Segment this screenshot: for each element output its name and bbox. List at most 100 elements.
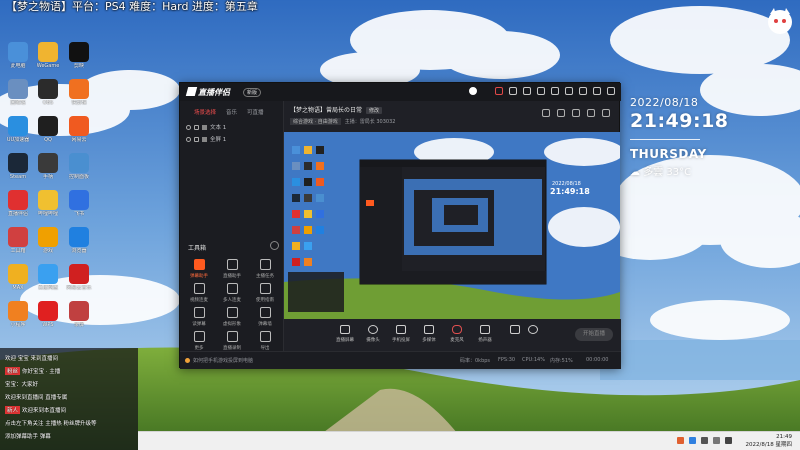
desktop-icon-label: 网易云音乐	[66, 285, 92, 291]
tool-item[interactable]: 多人连麦	[217, 283, 247, 303]
app-icon	[8, 264, 28, 284]
tool-item[interactable]: 弹幕墙	[250, 307, 280, 327]
desktop-icon[interactable]: 游戏	[33, 227, 63, 254]
settings-toggle[interactable]	[520, 325, 546, 334]
desktop-icon[interactable]: 网易云音乐	[64, 264, 94, 291]
desktop-icon[interactable]: 控制面板	[64, 153, 94, 180]
tool-item[interactable]: 主播任务	[250, 259, 280, 279]
eye-icon[interactable]	[186, 124, 191, 130]
edit-room-button[interactable]: 修改	[366, 107, 383, 114]
settings-icon[interactable]	[551, 87, 559, 95]
more-icon[interactable]	[602, 109, 610, 117]
source-item[interactable]: 文本 1	[180, 122, 283, 132]
chat-text: 点击左下角关注 主播热 粉丝牌升级等	[5, 421, 97, 427]
close-icon[interactable]	[607, 87, 615, 95]
tool-item[interactable]: 视频连麦	[184, 283, 214, 303]
share-icon[interactable]	[542, 109, 550, 117]
desktop-icon[interactable]: 录屏	[64, 301, 94, 328]
desktop-icon[interactable]: 网易云	[64, 116, 94, 143]
tool-item[interactable]: 使用指南	[250, 283, 280, 303]
desktop-icon[interactable]: 回收站	[3, 79, 33, 106]
desktop-icon[interactable]: 哔哩哔哩	[33, 190, 63, 217]
tip-link[interactable]: 如何把手机游戏投屏到电脑	[185, 357, 253, 364]
menu-icon[interactable]	[565, 87, 573, 95]
desktop-icon[interactable]: OBS	[33, 79, 63, 106]
tab-live[interactable]: 可直播	[247, 108, 264, 116]
desktop-icon[interactable]: 飞书	[64, 190, 94, 217]
room-info-bar: 【梦之物语】曾局长の日常 修改 综合游戏 · 自由游戏 主播：雷局长 303032	[290, 105, 620, 129]
user-avatar[interactable]	[469, 87, 477, 95]
tray-app-icon[interactable]	[677, 437, 684, 444]
camera-icon	[368, 325, 378, 334]
desktop-icon[interactable]: UU加速器	[3, 116, 33, 143]
tool-item[interactable]: 读弹幕	[184, 307, 214, 327]
message-icon[interactable]	[509, 87, 517, 95]
tool-label: 多人连麦	[223, 298, 241, 303]
desktop-icon[interactable]: 工具箱	[3, 227, 33, 254]
desktop-icon[interactable]: 手柄	[33, 153, 63, 180]
left-panel: 场景选择 音乐 可直播 文本 1 全屏 1 工具箱 弹幕助手 直播助手 主播任务 视频…	[180, 101, 284, 351]
desktop-icon[interactable]: 小程序	[3, 301, 33, 328]
start-live-button[interactable]: 开始直播	[575, 328, 613, 341]
app-icon	[69, 79, 89, 99]
desktop-icon[interactable]: 快剪辑	[64, 79, 94, 106]
desktop-icon[interactable]: WeGame	[33, 42, 63, 69]
tool-item[interactable]: 弹幕助手	[184, 259, 214, 279]
desktop-icon[interactable]: 剪映	[64, 42, 94, 69]
record-icon[interactable]	[523, 87, 531, 95]
system-tray	[677, 437, 732, 444]
tray-volume-icon[interactable]	[701, 437, 708, 444]
chat-line: 宝宝：大家好	[5, 380, 38, 388]
lock-icon[interactable]	[194, 136, 199, 142]
stream-preview[interactable]: 2022/08/18 21:49:18	[284, 132, 620, 319]
room-icons	[542, 109, 610, 117]
eye-icon[interactable]	[186, 136, 191, 142]
monitor-icon	[340, 325, 350, 334]
tool-label: 主播任务	[256, 274, 274, 279]
desktop-icon[interactable]: 百度网盘	[33, 264, 63, 291]
tab-scene[interactable]: 场景选择	[194, 108, 216, 116]
speaker-button[interactable]: 扬声器	[472, 325, 498, 343]
tool-item[interactable]: 虚拟形象	[217, 307, 247, 327]
tab-music[interactable]: 音乐	[226, 108, 237, 116]
stats-icon[interactable]	[587, 109, 595, 117]
screen-capture-button[interactable]: 直播屏幕	[332, 325, 358, 343]
desktop-icon[interactable]: 直播伴侣	[3, 190, 33, 217]
tray-network-icon[interactable]	[689, 437, 696, 444]
lock-icon[interactable]	[194, 124, 199, 130]
source-item[interactable]: 全屏 1	[180, 134, 283, 144]
desktop-icon[interactable]: 此电脑	[3, 42, 33, 69]
toolbox-more-icon[interactable]	[270, 241, 279, 250]
tray-notification-icon[interactable]	[725, 437, 732, 444]
tool-item[interactable]: 直播助手	[217, 259, 247, 279]
duration-stat: 00:00:00	[586, 357, 609, 363]
record-icon	[510, 325, 520, 334]
maximize-icon[interactable]	[593, 87, 601, 95]
tool-item[interactable]: 更多	[184, 331, 214, 351]
media-button[interactable]: 多媒体	[416, 325, 442, 343]
minimize-icon[interactable]	[579, 87, 587, 95]
phone-cast-button[interactable]: 手机投屏	[388, 325, 414, 343]
gift-icon[interactable]	[495, 87, 503, 95]
category-tag[interactable]: 综合游戏 · 自由游戏	[290, 118, 341, 125]
desktop-icon-label: 游戏	[42, 248, 53, 254]
microphone-button[interactable]: 麦克风	[444, 325, 470, 343]
tool-item[interactable]: 导出	[250, 331, 280, 351]
desktop-icon[interactable]: WPS	[33, 301, 63, 328]
app-icon	[69, 190, 89, 210]
tool-item[interactable]: 直播录制	[217, 331, 247, 351]
tool-icon	[259, 259, 271, 270]
mail-icon[interactable]	[537, 87, 545, 95]
desktop-icon[interactable]: 浏览器	[64, 227, 94, 254]
tool-label: 读弹幕	[192, 322, 206, 327]
camera-button[interactable]: 摄像头	[360, 325, 386, 343]
desktop-icon-label: Steam	[9, 174, 27, 180]
desktop-icon[interactable]: QQ	[33, 116, 63, 143]
shop-icon[interactable]	[572, 109, 580, 117]
desktop-icon[interactable]: MAX	[3, 264, 33, 291]
tray-input-icon[interactable]	[713, 437, 720, 444]
taskbar-clock[interactable]: 21:49 2022/8/18 星期四	[746, 433, 792, 449]
version-badge[interactable]: 新版	[243, 88, 262, 97]
gift-icon[interactable]	[557, 109, 565, 117]
desktop-icon[interactable]: Steam	[3, 153, 33, 180]
